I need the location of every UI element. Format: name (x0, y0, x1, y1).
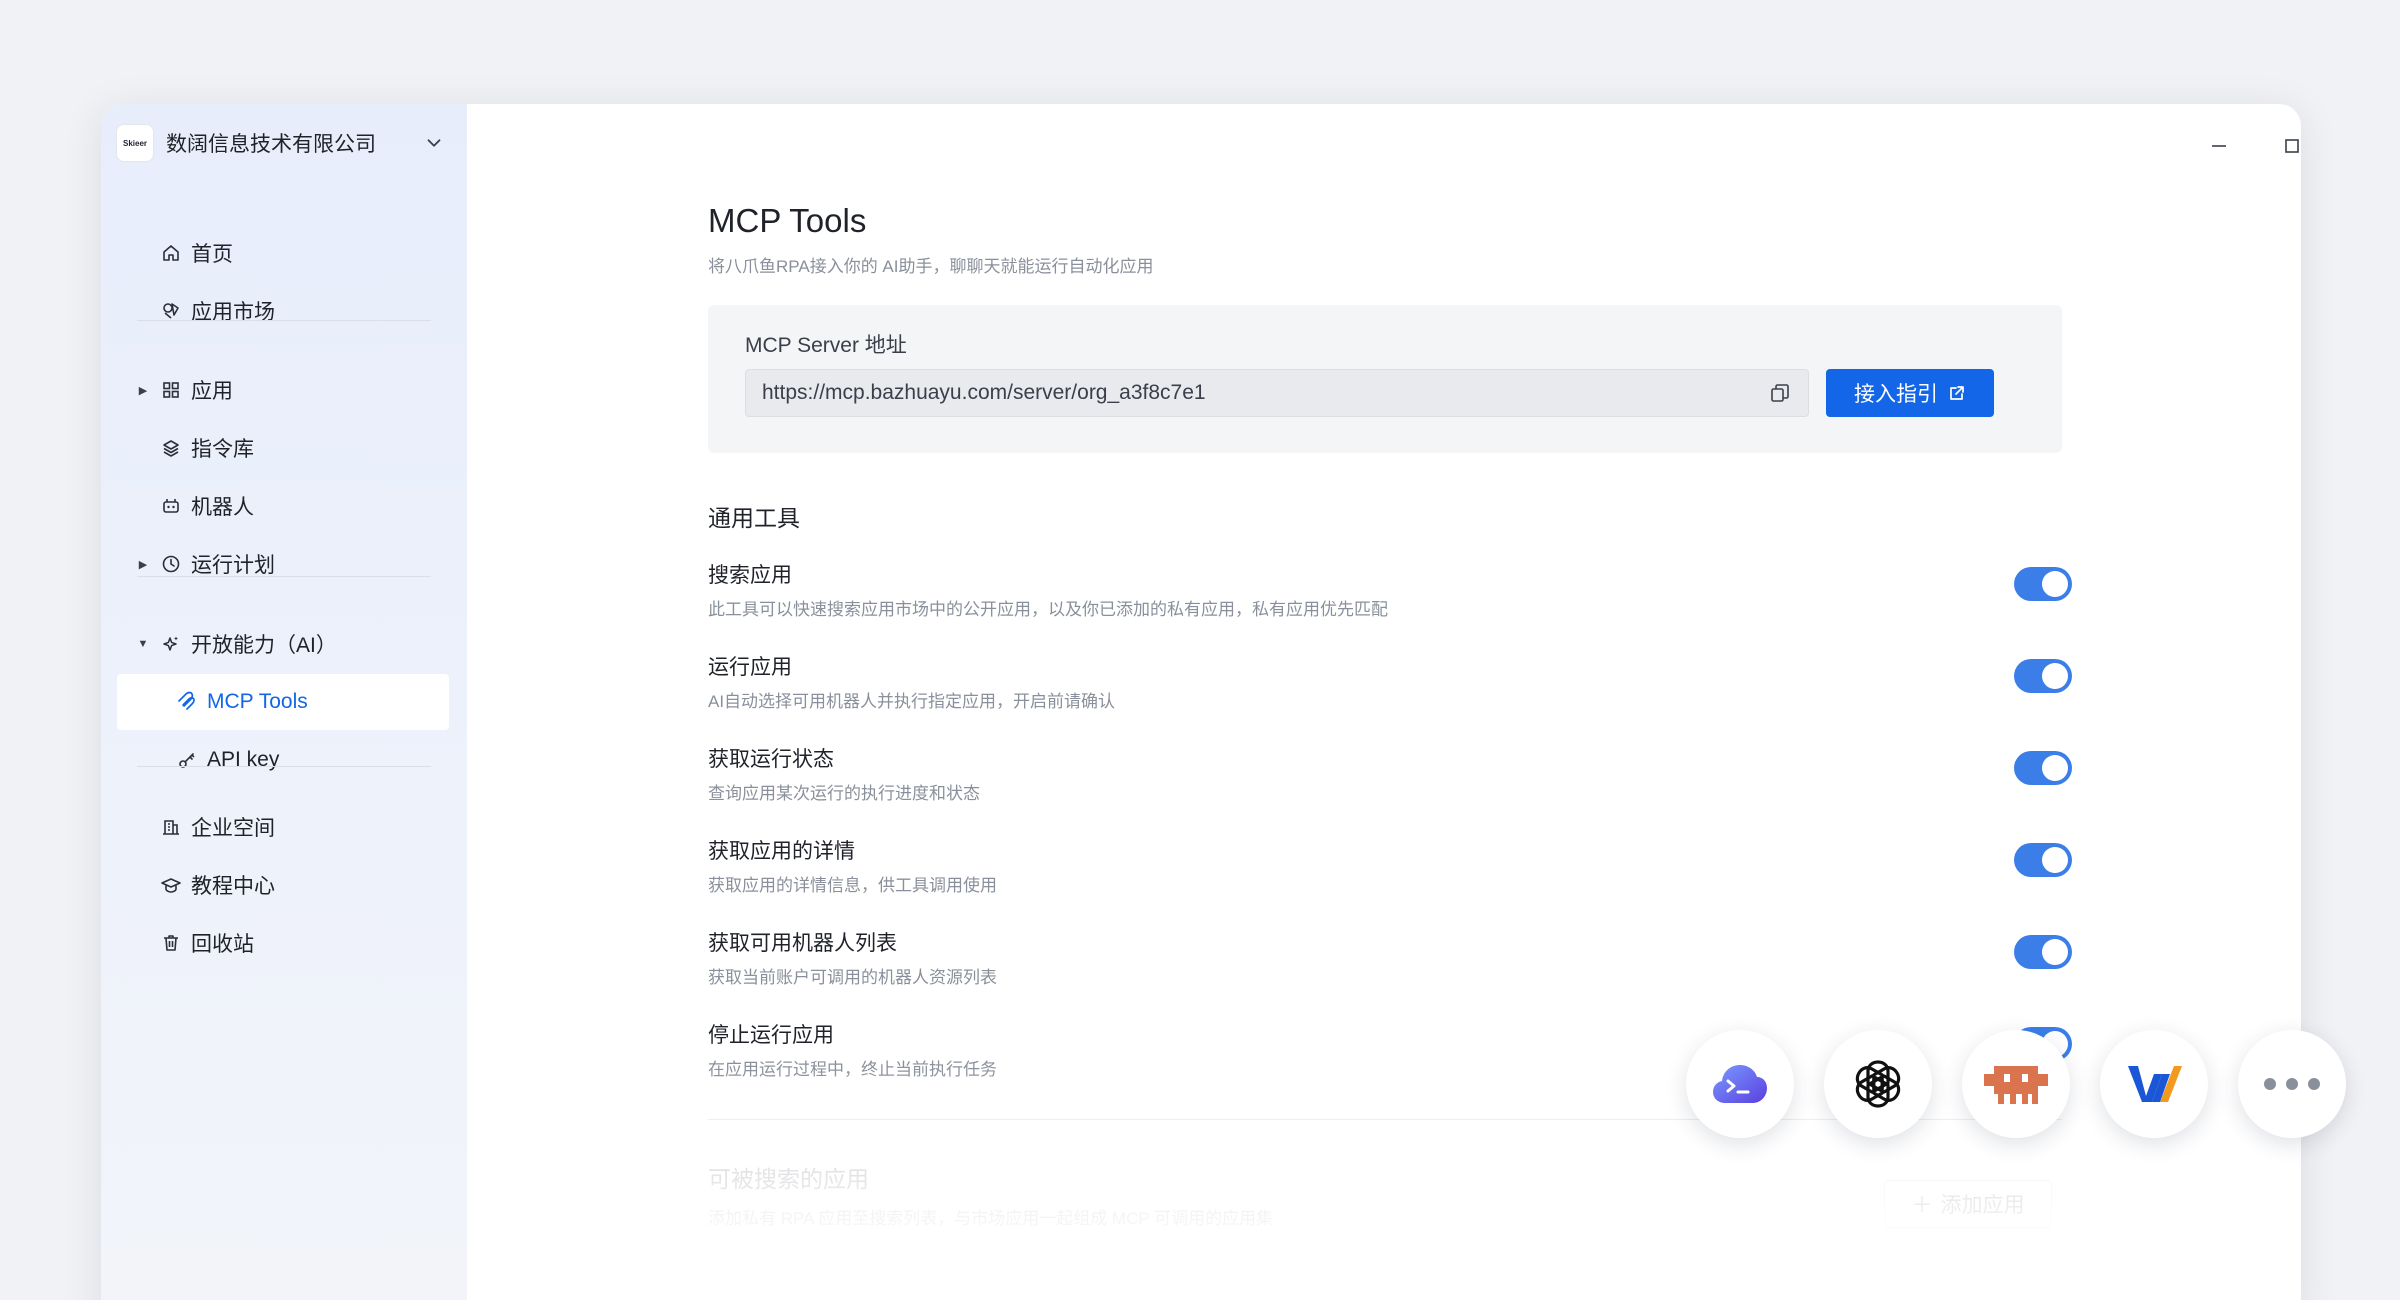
tool-toggle[interactable] (2014, 843, 2072, 877)
sidebar-item-robots[interactable]: 机器人 (117, 478, 449, 534)
more-icon[interactable] (2238, 1030, 2346, 1138)
openai-icon[interactable] (1824, 1030, 1932, 1138)
trash-icon (159, 931, 183, 955)
sidebar-item-label: 机器人 (191, 496, 254, 519)
copy-icon[interactable] (1766, 379, 1794, 407)
tool-row: 获取应用的详情 获取应用的详情信息，供工具调用使用 (708, 813, 2072, 905)
sidebar-item-label: MCP Tools (207, 690, 308, 713)
w-logo-icon[interactable] (2100, 1030, 2208, 1138)
sidebar-item-apps[interactable]: ▶ 应用 (117, 362, 449, 418)
sidebar-item-label: 回收站 (191, 933, 254, 956)
plus-icon: ＋ (1911, 1194, 1933, 1217)
tool-name: 运行应用 (708, 656, 792, 679)
clock-icon (159, 552, 183, 576)
server-label: MCP Server 地址 (745, 334, 907, 357)
sidebar-item-label: 首页 (191, 243, 233, 266)
sidebar-item-schedule[interactable]: ▶ 运行计划 (117, 536, 449, 592)
sidebar: Skieer 数阔信息技术有限公司 首页 应用市场 ▶ 应用 指令库 机器人 ▶… (101, 104, 467, 1300)
org-name: 数阔信息技术有限公司 (166, 133, 376, 156)
tool-row: 运行应用 AI自动选择可用机器人并执行指定应用，开启前请确认 (708, 629, 2072, 721)
graduation-cap-icon (159, 873, 183, 897)
tool-name: 搜索应用 (708, 564, 792, 587)
tool-name: 获取运行状态 (708, 748, 834, 771)
building-icon (159, 815, 183, 839)
client-icons (1686, 1030, 2346, 1138)
tool-name: 停止运行应用 (708, 1024, 834, 1047)
org-logo: Skieer (117, 125, 153, 161)
sparkle-icon (159, 632, 183, 656)
mcp-server-card: MCP Server 地址 https://mcp.bazhuayu.com/s… (708, 305, 2062, 453)
page-subtitle: 将八爪鱼RPA接入你的 AI助手，聊聊天就能运行自动化应用 (708, 257, 1154, 276)
robot-icon (159, 494, 183, 518)
tools-section-title: 通用工具 (708, 505, 800, 531)
sidebar-item-enterprise[interactable]: 企业空间 (117, 799, 449, 855)
external-link-icon (1950, 386, 1964, 400)
tool-desc: 查询应用某次运行的执行进度和状态 (708, 784, 980, 803)
searchable-desc: 添加私有 RPA 应用至搜索列表，与市场应用一起组成 MCP 可调用的应用集 (708, 1209, 1274, 1228)
key-icon (175, 748, 199, 772)
sidebar-item-api-key[interactable]: API key (117, 732, 449, 788)
minimize-icon[interactable] (2207, 134, 2231, 158)
guide-button-label: 接入指引 (1854, 383, 1938, 406)
caret-right-icon: ▶ (138, 558, 148, 571)
sidebar-item-label: 开放能力（AI） (191, 634, 337, 657)
mcp-icon (175, 690, 199, 714)
add-app-label: 添加应用 (1940, 1194, 2025, 1217)
sidebar-item-label: 指令库 (191, 438, 254, 461)
divider (137, 766, 431, 767)
tool-row: 获取可用机器人列表 获取当前账户可调用的机器人资源列表 (708, 905, 2072, 997)
sidebar-item-label: API key (207, 748, 280, 771)
sidebar-item-label: 运行计划 (191, 554, 275, 577)
sidebar-item-open-ai[interactable]: ▼ 开放能力（AI） (117, 616, 449, 672)
caret-down-icon: ▼ (137, 638, 149, 650)
terminal-cloud-icon[interactable] (1686, 1030, 1794, 1138)
guide-button[interactable]: 接入指引 (1826, 369, 1994, 417)
searchable-title: 可被搜索的应用 (708, 1166, 869, 1192)
page-title: MCP Tools (708, 202, 867, 239)
server-url-text: https://mcp.bazhuayu.com/server/org_a3f8… (762, 381, 1206, 404)
tool-toggle[interactable] (2014, 567, 2072, 601)
sidebar-item-commands[interactable]: 指令库 (117, 420, 449, 476)
tool-toggle[interactable] (2014, 659, 2072, 693)
tool-desc: 获取当前账户可调用的机器人资源列表 (708, 968, 997, 987)
org-switcher[interactable]: Skieer 数阔信息技术有限公司 (117, 122, 457, 164)
sidebar-item-tutorials[interactable]: 教程中心 (117, 857, 449, 913)
sidebar-item-label: 应用 (191, 380, 233, 403)
layers-icon (159, 436, 183, 460)
tool-toggle[interactable] (2014, 935, 2072, 969)
sidebar-item-recycle[interactable]: 回收站 (117, 915, 449, 971)
add-app-button[interactable]: ＋ 添加应用 (1884, 1180, 2052, 1228)
home-icon (159, 241, 183, 265)
sidebar-item-label: 企业空间 (191, 817, 275, 840)
tool-row: 获取运行状态 查询应用某次运行的执行进度和状态 (708, 721, 2072, 813)
caret-right-icon: ▶ (138, 384, 148, 397)
sidebar-item-label: 教程中心 (191, 875, 275, 898)
robot-invader-icon[interactable] (1962, 1030, 2070, 1138)
tool-toggle[interactable] (2014, 751, 2072, 785)
chevron-down-icon (427, 139, 441, 147)
divider (137, 576, 431, 577)
sidebar-item-home[interactable]: 首页 (117, 225, 449, 281)
sidebar-item-market[interactable]: 应用市场 (117, 283, 449, 339)
sidebar-item-label: 应用市场 (191, 301, 275, 324)
server-url-field[interactable]: https://mcp.bazhuayu.com/server/org_a3f8… (745, 369, 1809, 417)
tool-name: 获取可用机器人列表 (708, 932, 897, 955)
divider (137, 320, 431, 321)
maximize-icon[interactable] (2280, 134, 2301, 158)
tool-row: 搜索应用 此工具可以快速搜索应用市场中的公开应用，以及你已添加的私有应用，私有应… (708, 537, 2072, 629)
tool-list: 搜索应用 此工具可以快速搜索应用市场中的公开应用，以及你已添加的私有应用，私有应… (708, 537, 2072, 1089)
sidebar-item-mcp-tools[interactable]: MCP Tools (117, 674, 449, 730)
tool-name: 获取应用的详情 (708, 840, 855, 863)
tool-desc: 在应用运行过程中，终止当前执行任务 (708, 1060, 997, 1079)
tool-desc: AI自动选择可用机器人并执行指定应用，开启前请确认 (708, 692, 1116, 711)
grid-icon (159, 378, 183, 402)
tool-desc: 此工具可以快速搜索应用市场中的公开应用，以及你已添加的私有应用，私有应用优先匹配 (708, 600, 1388, 619)
tool-desc: 获取应用的详情信息，供工具调用使用 (708, 876, 997, 895)
